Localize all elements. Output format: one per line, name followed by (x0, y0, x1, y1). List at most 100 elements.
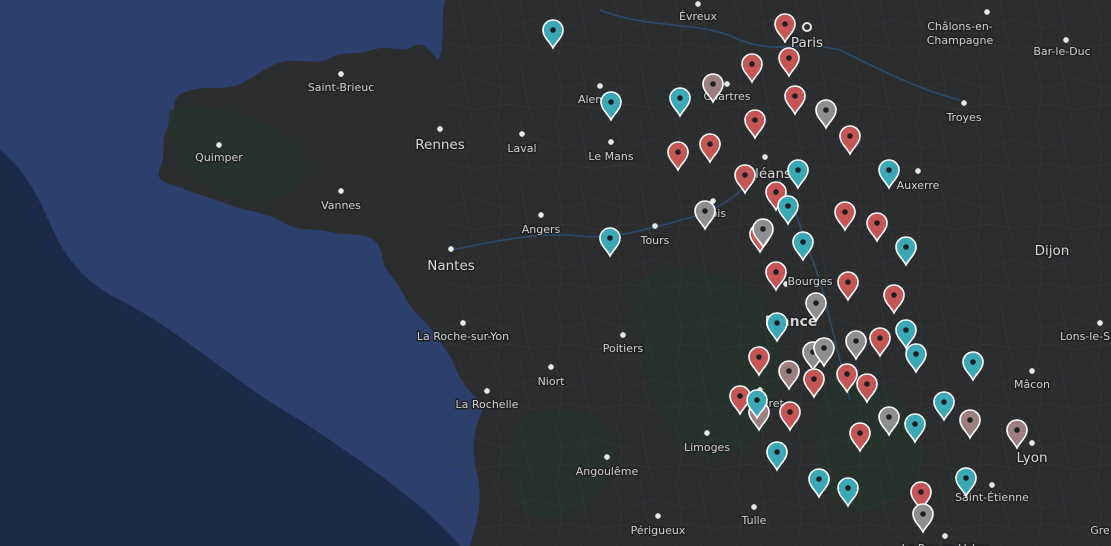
place-dot (1029, 440, 1035, 446)
marker-center-dot (823, 107, 829, 113)
place-label: Périgueux (631, 524, 686, 537)
marker-center-dot (886, 414, 892, 420)
marker-center-dot (737, 393, 743, 399)
marker-center-dot (913, 351, 919, 357)
marker-center-dot (811, 376, 817, 382)
place-dot (1097, 320, 1103, 326)
marker-center-dot (853, 338, 859, 344)
place-dot (704, 430, 710, 436)
place-dot (802, 22, 812, 32)
place-label: Niort (538, 375, 566, 388)
marker-center-dot (742, 172, 748, 178)
marker-center-dot (845, 279, 851, 285)
place-label: Nantes (427, 258, 475, 274)
place-label: Le Mans (588, 150, 633, 163)
place-label: Gre (1090, 524, 1110, 537)
marker-center-dot (800, 239, 806, 245)
place-dot (460, 320, 466, 326)
place-label: Angers (522, 223, 561, 236)
place-dot (984, 9, 990, 15)
place-dot (484, 388, 490, 394)
place-label: Bourges (787, 275, 832, 288)
marker-center-dot (857, 430, 863, 436)
place-dot (608, 139, 614, 145)
marker-center-dot (912, 421, 918, 427)
place-label: Poitiers (603, 342, 644, 355)
marker-center-dot (774, 449, 780, 455)
marker-center-dot (786, 55, 792, 61)
place-label: Troyes (945, 111, 981, 124)
marker-center-dot (792, 93, 798, 99)
marker-center-dot (891, 292, 897, 298)
marker-center-dot (773, 269, 779, 275)
marker-center-dot (1014, 427, 1020, 433)
place-label: Rennes (415, 137, 465, 153)
marker-center-dot (608, 99, 614, 105)
marker-center-dot (941, 399, 947, 405)
place-dot (751, 504, 757, 510)
place-dot (942, 533, 948, 539)
marker-center-dot (963, 475, 969, 481)
place-dot (620, 332, 626, 338)
place-label: Bar-le-Duc (1033, 45, 1090, 58)
marker-center-dot (886, 167, 892, 173)
place-dot (448, 246, 454, 252)
marker-center-dot (844, 371, 850, 377)
place-dot (538, 212, 544, 218)
place-label: Tours (640, 234, 670, 247)
place-dot (989, 482, 995, 488)
place-label: Châlons-en-Champagne (927, 20, 994, 47)
place-dijon: Dijon (1033, 242, 1071, 261)
marker-center-dot (821, 345, 827, 351)
place-label: La Roche-sur-Yon (417, 330, 509, 343)
marker-center-dot (845, 485, 851, 491)
marker-center-dot (816, 476, 822, 482)
place-dot (655, 513, 661, 519)
place-gre: Gre (1089, 523, 1111, 539)
place-label: Lons-le-S (1060, 330, 1110, 343)
marker-center-dot (903, 244, 909, 250)
marker-center-dot (607, 235, 613, 241)
marker-center-dot (787, 409, 793, 415)
marker-center-dot (707, 141, 713, 147)
place-label: Quimper (195, 151, 243, 164)
marker-center-dot (782, 21, 788, 27)
place-label: Mâcon (1014, 378, 1050, 391)
place-dot (437, 126, 443, 132)
place-label: La Rochelle (456, 398, 519, 411)
place-label: Lyon (1016, 450, 1047, 466)
marker-center-dot (756, 354, 762, 360)
place-dot (961, 100, 967, 106)
marker-center-dot (967, 417, 973, 423)
place-dot (216, 142, 222, 148)
marker-center-dot (877, 335, 883, 341)
place-dot (762, 154, 768, 160)
marker-center-dot (842, 209, 848, 215)
marker-center-dot (918, 489, 924, 495)
marker-center-dot (760, 226, 766, 232)
place-label: Dijon (1035, 243, 1070, 259)
marker-center-dot (754, 397, 760, 403)
place-label: Saint-Brieuc (308, 81, 375, 94)
marker-center-dot (864, 381, 870, 387)
place-label: Le Puy-en-Velay (902, 542, 989, 546)
place-label: Auxerre (897, 179, 940, 192)
marker-center-dot (874, 220, 880, 226)
marker-center-dot (786, 368, 792, 374)
place-label: Laval (507, 142, 536, 155)
map-canvas[interactable]: Saint-Malo Évreux Paris Châlons-en-Champagn… (0, 0, 1111, 546)
marker-center-dot (550, 27, 556, 33)
place-dot (597, 83, 603, 89)
place-dot (1029, 368, 1035, 374)
place-dot (652, 223, 658, 229)
basemap: Saint-Malo Évreux Paris Châlons-en-Champagn… (0, 0, 1111, 546)
place-dot (338, 188, 344, 194)
place-dot (548, 364, 554, 370)
marker-center-dot (774, 320, 780, 326)
place-dot (604, 454, 610, 460)
marker-center-dot (785, 203, 791, 209)
place-label: Limoges (684, 441, 730, 454)
place-dot (1063, 37, 1069, 43)
place-label: Vannes (321, 199, 361, 212)
marker-center-dot (847, 133, 853, 139)
